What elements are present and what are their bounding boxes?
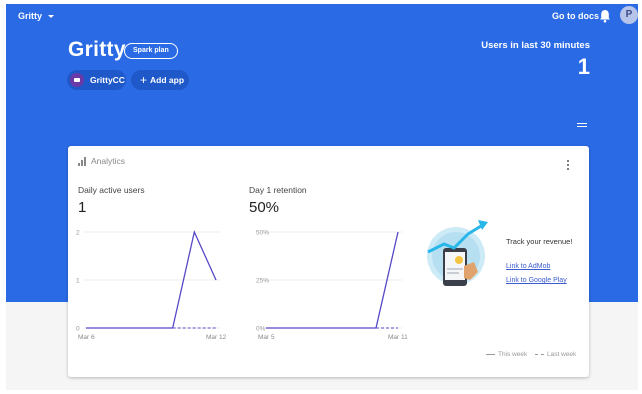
revenue-title: Track your revenue! <box>506 237 573 246</box>
app-chip[interactable]: GrittyCC <box>67 70 126 90</box>
analytics-card: Analytics Daily active users 1 Day 1 ret… <box>68 146 589 377</box>
y-tick-label: 0% <box>256 326 266 333</box>
expand-menu-icon[interactable] <box>577 123 587 127</box>
active-users-value: 1 <box>577 54 590 79</box>
add-app-button[interactable]: + Add app <box>131 70 189 90</box>
x-tick-label: Mar 12 <box>206 334 227 341</box>
link-google-play[interactable]: Link to Google Play <box>506 277 567 284</box>
legend-dashed-swatch <box>535 354 544 355</box>
revenue-illustration <box>427 220 488 286</box>
y-tick-label: 2 <box>76 230 80 237</box>
active-users-label: Users in last 30 minutes <box>481 40 590 51</box>
y-tick-label: 25% <box>256 278 269 285</box>
plus-icon: + <box>140 73 148 87</box>
legend-this-week: This week <box>486 351 527 358</box>
project-selector-label: Gritty <box>18 11 43 21</box>
app-chip-label: GrittyCC <box>90 75 125 85</box>
analytics-charts: 0 1 2 Mar 6 Mar 12 0% 25% 50% Mar 5 Mar 11 <box>76 230 408 342</box>
caret-down-icon <box>48 14 55 18</box>
x-tick-label: Mar 5 <box>258 334 275 341</box>
go-to-docs-link[interactable]: Go to docs <box>552 11 599 21</box>
console-page: Gritty Go to docs P Gritty Spark plan Gr… <box>0 0 642 394</box>
y-tick-label: 1 <box>76 278 80 285</box>
y-tick-label: 50% <box>256 230 269 237</box>
legend-last-week: Last week <box>535 351 576 358</box>
add-app-label: Add app <box>150 75 185 85</box>
page-title: Gritty <box>68 38 126 61</box>
link-admob[interactable]: Link to AdMob <box>506 263 550 270</box>
bell-icon[interactable] <box>599 9 611 23</box>
project-selector[interactable]: Gritty <box>18 11 55 21</box>
y-tick-label: 0 <box>76 326 80 333</box>
legend-this-week-label: This week <box>498 351 528 358</box>
legend-last-week-label: Last week <box>547 351 577 358</box>
avatar[interactable]: P <box>620 6 638 24</box>
android-app-icon <box>70 73 84 87</box>
x-tick-label: Mar 11 <box>388 334 408 341</box>
plan-badge[interactable]: Spark plan <box>124 43 178 59</box>
x-tick-label: Mar 6 <box>78 334 95 341</box>
legend-solid-swatch <box>486 354 495 355</box>
